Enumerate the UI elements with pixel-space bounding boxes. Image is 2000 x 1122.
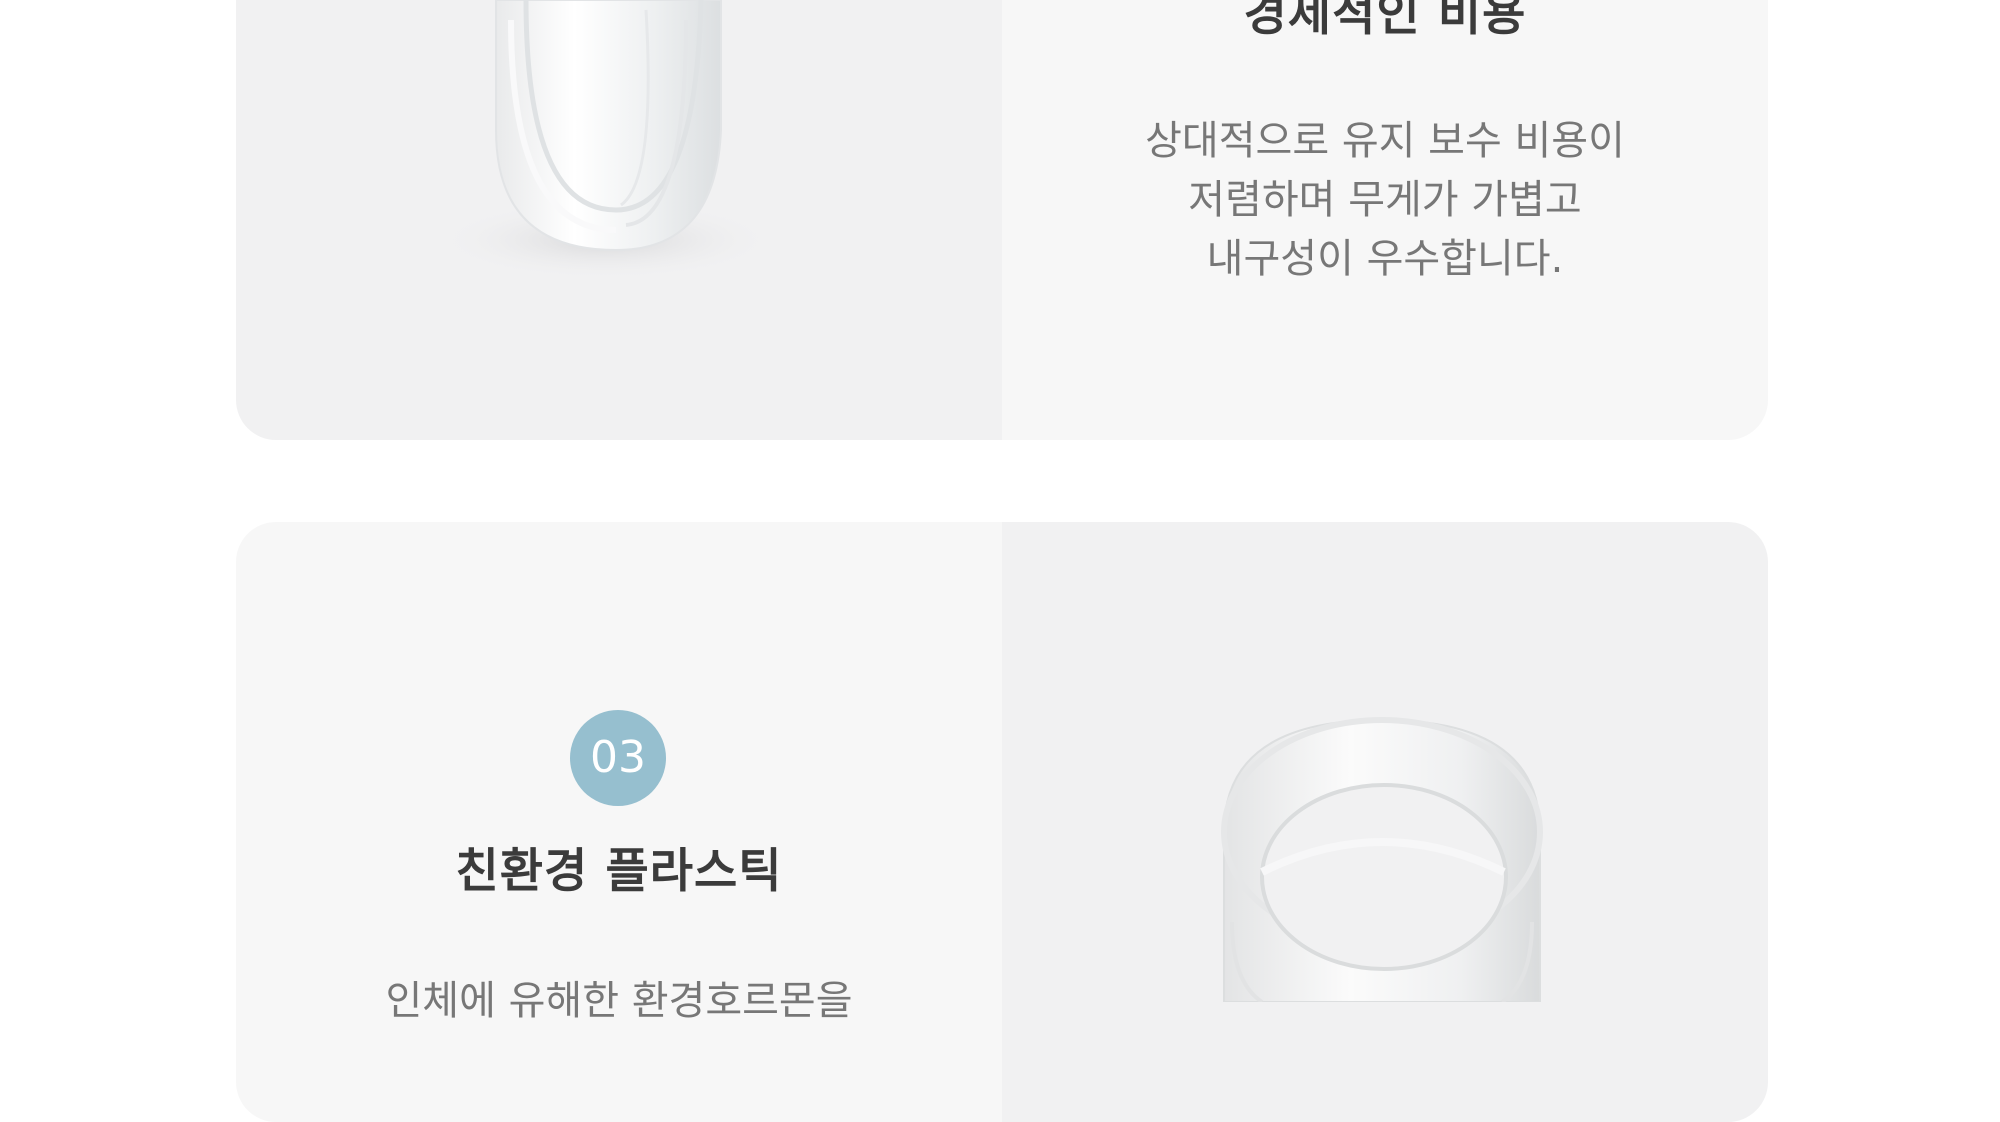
feature-text-panel: 경제적인 비용 상대적으로 유지 보수 비용이 저렴하며 무게가 가볍고 내구성…	[1002, 0, 1768, 440]
feature-description: 인체에 유해한 환경호르몬을	[236, 972, 1002, 1031]
feature-card-eco-plastic: 03 친환경 플라스틱 인체에 유해한 환경호르몬을	[236, 522, 1768, 1122]
feature-text-panel: 03 친환경 플라스틱 인체에 유해한 환경호르몬을	[236, 522, 1002, 1122]
feature-title: 경제적인 비용	[1243, 0, 1527, 42]
feature-description-line: 저렴하며 무게가 가볍고	[1188, 177, 1582, 223]
feature-image-panel	[236, 0, 1002, 440]
feature-card-economic: 경제적인 비용 상대적으로 유지 보수 비용이 저렴하며 무게가 가볍고 내구성…	[236, 0, 1768, 440]
feature-description-line: 내구성이 우수합니다.	[1206, 236, 1564, 282]
plastic-ring-icon	[1221, 717, 1543, 1002]
feature-description-line: 상대적으로 유지 보수 비용이	[1145, 118, 1625, 164]
feature-title: 친환경 플라스틱	[455, 844, 783, 899]
plastic-ring-icon	[436, 0, 776, 280]
feature-description-line: 인체에 유해한 환경호르몬을	[385, 978, 853, 1024]
feature-number-badge: 03	[570, 710, 666, 806]
feature-description: 상대적으로 유지 보수 비용이 저렴하며 무게가 가볍고 내구성이 우수합니다.	[1002, 112, 1768, 289]
feature-image-panel	[1002, 522, 1768, 1122]
